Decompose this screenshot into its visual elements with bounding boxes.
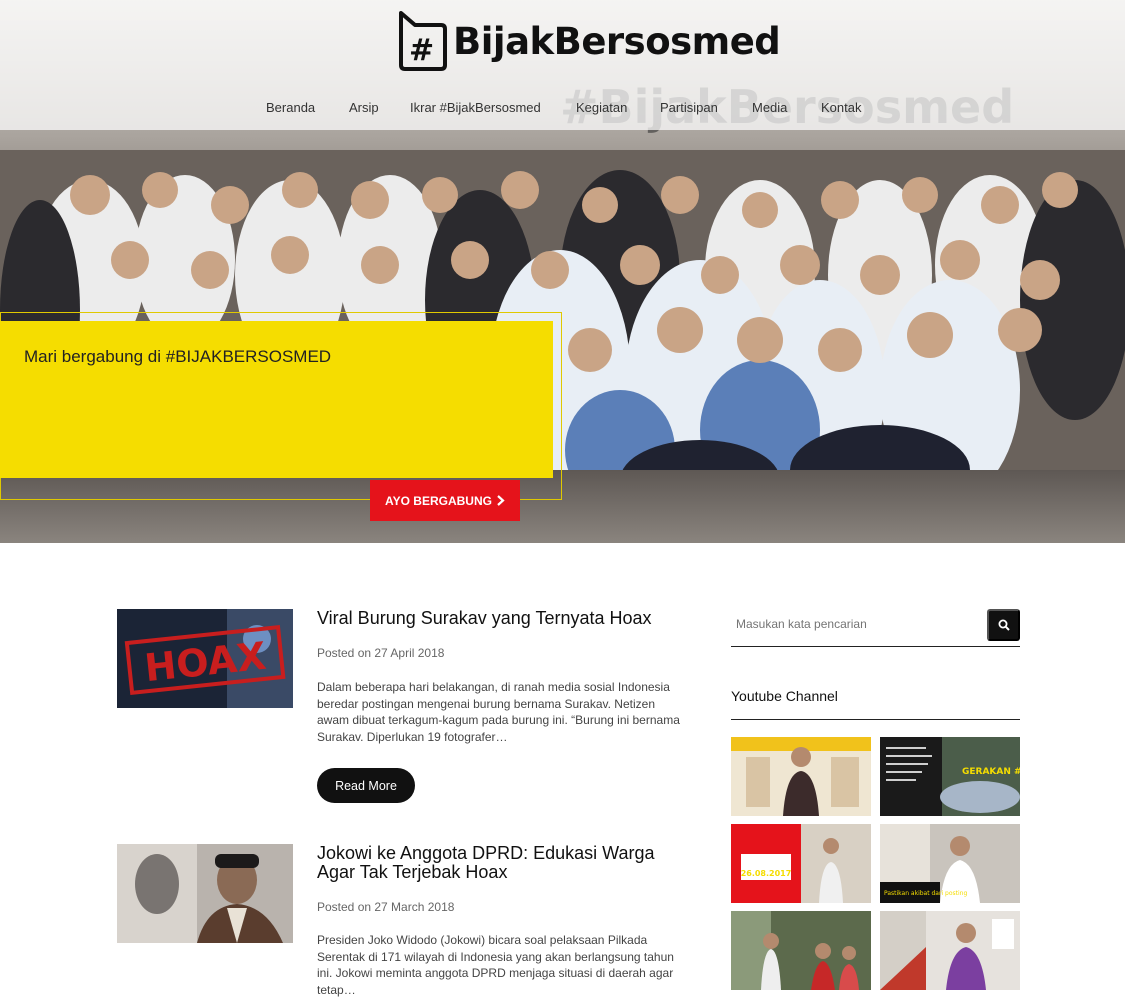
youtube-video-thumbnail[interactable]	[731, 737, 871, 816]
hero-cta-title: Mari bergabung di #BIJAKBERSOSMED	[24, 347, 332, 366]
svg-text:#: #	[409, 33, 434, 68]
nav-item-media[interactable]: Media	[752, 100, 787, 115]
youtube-video-thumbnail[interactable]	[880, 911, 1020, 990]
post-title[interactable]: Viral Burung Surakav yang Ternyata Hoax	[317, 609, 687, 628]
search-icon	[998, 619, 1010, 631]
video-thumbnail-image: 26.08.2017	[731, 824, 871, 903]
video-thumbnail-image	[731, 737, 871, 816]
youtube-video-thumbnail[interactable]: GERAKAN #BijakBersosmed	[880, 737, 1020, 816]
read-more-button[interactable]: Read More	[317, 768, 415, 803]
post-thumbnail[interactable]	[117, 844, 293, 943]
video-caption: 26.08.2017	[741, 869, 792, 878]
youtube-video-thumbnail[interactable]	[731, 911, 871, 990]
video-caption: GERAKAN #BijakBersosmed	[962, 767, 1020, 777]
nav-item-ikrar[interactable]: Ikrar #BijakBersosmed	[410, 100, 541, 115]
chevron-right-icon	[497, 495, 505, 506]
search-form	[731, 609, 1020, 647]
hero-section: # BijakBersosmed Beranda Arsip Ikrar #Bi…	[0, 0, 1125, 543]
youtube-channel-title: Youtube Channel	[731, 688, 838, 704]
youtube-video-thumbnail[interactable]: 26.08.2017	[731, 824, 871, 903]
hoax-stamp-image: HOAX	[117, 609, 293, 708]
video-thumbnail-image	[880, 911, 1020, 990]
post-thumbnail[interactable]: HOAX	[117, 609, 293, 708]
search-button[interactable]	[987, 609, 1020, 641]
nav-item-partisipan[interactable]: Partisipan	[660, 100, 718, 115]
nav-item-arsip[interactable]: Arsip	[349, 100, 379, 115]
post-title[interactable]: Jokowi ke Anggota DPRD: Edukasi Warga Ag…	[317, 844, 687, 882]
search-input[interactable]	[736, 617, 976, 631]
nav-item-kontak[interactable]: Kontak	[821, 100, 861, 115]
post-item: HOAX Viral Burung Surakav yang Ternyata …	[117, 609, 687, 809]
post-date: Posted on 27 April 2018	[317, 646, 445, 660]
join-button-label: AYO BERGABUNG	[385, 493, 492, 508]
video-thumbnail-image: GERAKAN #BijakBersosmed	[880, 737, 1020, 816]
jokowi-photo	[117, 844, 293, 943]
post-excerpt: Dalam beberapa hari belakangan, di ranah…	[317, 680, 680, 744]
video-caption: Pastikan akibat dari posting	[884, 890, 967, 897]
hero-cta-panel	[0, 321, 553, 478]
nav-item-beranda[interactable]: Beranda	[266, 100, 315, 115]
post-item: Jokowi ke Anggota DPRD: Edukasi Warga Ag…	[117, 844, 687, 1000]
widget-divider	[731, 719, 1020, 720]
join-button[interactable]: AYO BERGABUNG	[370, 480, 520, 521]
youtube-video-thumbnail[interactable]: Pastikan akibat dari posting	[880, 824, 1020, 903]
site-logo[interactable]: # BijakBersosmed	[397, 8, 781, 74]
post-date: Posted on 27 March 2018	[317, 900, 455, 914]
site-logo-text: BijakBersosmed	[453, 19, 781, 63]
main-navigation: Beranda Arsip Ikrar #BijakBersosmed Kegi…	[0, 100, 1125, 120]
video-thumbnail-image	[731, 911, 871, 990]
video-thumbnail-image: Pastikan akibat dari posting	[880, 824, 1020, 903]
nav-item-kegiatan[interactable]: Kegiatan	[576, 100, 627, 115]
hashtag-speech-logo-icon: #	[399, 11, 447, 71]
post-excerpt: Presiden Joko Widodo (Jokowi) bicara soa…	[317, 933, 674, 997]
